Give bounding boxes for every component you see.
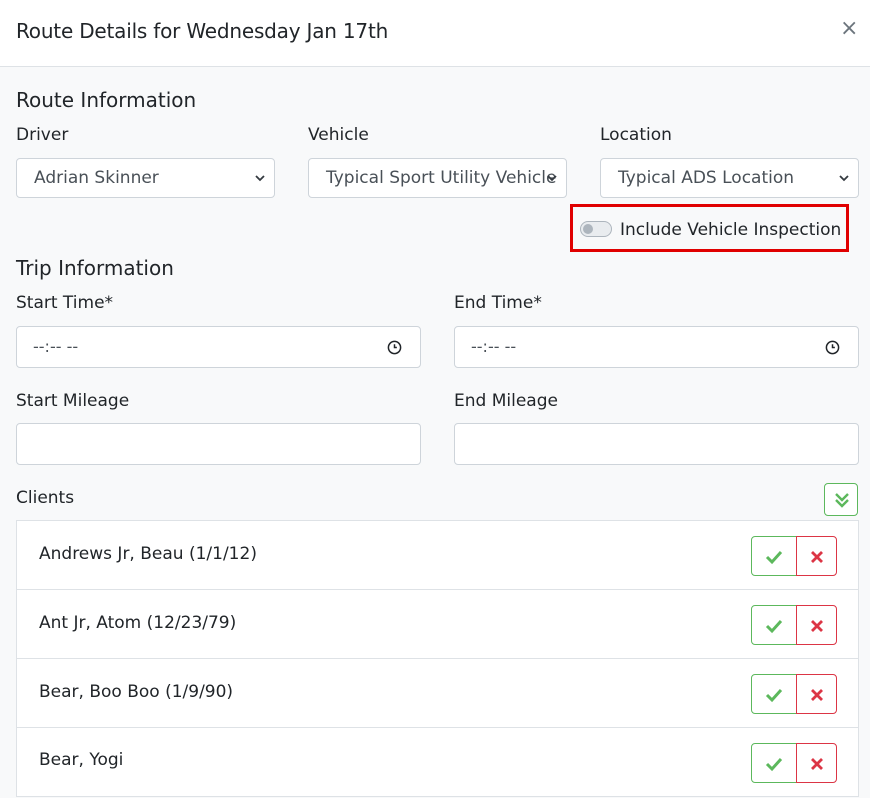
list-item: Bear, Boo Boo (1/9/90) [16, 658, 859, 728]
client-name: Bear, Boo Boo (1/9/90) [39, 682, 234, 702]
client-name: Bear, Yogi [39, 750, 124, 770]
end-time-label: End Time* [454, 293, 542, 313]
location-select[interactable]: Typical ADS Location [600, 158, 859, 198]
start-time-placeholder: --:-- -- [33, 337, 79, 356]
x-icon [811, 620, 823, 632]
trip-information-heading: Trip Information [16, 256, 174, 280]
location-label: Location [600, 125, 672, 145]
modal-title: Route Details for Wednesday Jan 17th [16, 19, 389, 43]
start-mileage-input[interactable] [16, 423, 421, 465]
end-time-placeholder: --:-- -- [471, 337, 517, 356]
check-icon [765, 550, 783, 565]
reject-button[interactable] [796, 536, 837, 576]
driver-select[interactable]: Adrian Skinner [16, 158, 275, 198]
start-time-label: Start Time* [16, 293, 114, 313]
close-icon[interactable]: × [840, 18, 858, 40]
driver-label: Driver [16, 125, 69, 145]
check-icon [765, 688, 783, 703]
chevron-down-icon [839, 175, 849, 182]
chevron-down-icon [255, 175, 265, 182]
vehicle-label: Vehicle [308, 125, 369, 145]
end-mileage-label: End Mileage [454, 391, 558, 411]
clients-label: Clients [16, 488, 75, 508]
vehicle-inspection-highlight: Include Vehicle Inspection [570, 204, 849, 252]
attendance-buttons [751, 605, 837, 645]
end-time-input[interactable]: --:-- -- [454, 326, 859, 368]
list-item: Andrews Jr, Beau (1/1/12) [16, 520, 859, 590]
toggle-knob [583, 224, 593, 234]
route-information-heading: Route Information [16, 88, 197, 112]
attendance-buttons [751, 536, 837, 576]
reject-button[interactable] [796, 743, 837, 783]
confirm-button[interactable] [751, 674, 797, 714]
chevron-down-icon [547, 175, 557, 182]
confirm-button[interactable] [751, 536, 797, 576]
start-mileage-label: Start Mileage [16, 391, 130, 411]
vehicle-inspection-toggle[interactable] [580, 221, 612, 237]
client-name: Ant Jr, Atom (12/23/79) [39, 613, 237, 633]
location-select-value: Typical ADS Location [618, 168, 795, 188]
double-check-icon [835, 493, 849, 508]
confirm-button[interactable] [751, 743, 797, 783]
client-list: Andrews Jr, Beau (1/1/12) Ant Jr, Atom (… [16, 520, 859, 798]
x-icon [811, 551, 823, 563]
attendance-buttons [751, 743, 837, 783]
start-time-input[interactable]: --:-- -- [16, 326, 421, 368]
x-icon [811, 758, 823, 770]
end-mileage-input[interactable] [454, 423, 859, 465]
x-icon [811, 689, 823, 701]
vehicle-select[interactable]: Typical Sport Utility Vehicle [308, 158, 567, 198]
confirm-button[interactable] [751, 605, 797, 645]
list-item: Ant Jr, Atom (12/23/79) [16, 589, 859, 659]
clock-icon[interactable] [387, 340, 402, 355]
modal-header: Route Details for Wednesday Jan 17th × [0, 0, 870, 67]
vehicle-inspection-label[interactable]: Include Vehicle Inspection [620, 220, 841, 240]
check-icon [765, 619, 783, 634]
driver-select-value: Adrian Skinner [34, 168, 159, 188]
check-icon [765, 757, 783, 772]
check-all-button[interactable] [824, 483, 858, 516]
reject-button[interactable] [796, 674, 837, 714]
vehicle-select-value: Typical Sport Utility Vehicle [326, 168, 557, 188]
attendance-buttons [751, 674, 837, 714]
client-name: Andrews Jr, Beau (1/1/12) [39, 544, 257, 564]
list-item: Bear, Yogi [16, 727, 859, 797]
clock-icon[interactable] [825, 340, 840, 355]
reject-button[interactable] [796, 605, 837, 645]
